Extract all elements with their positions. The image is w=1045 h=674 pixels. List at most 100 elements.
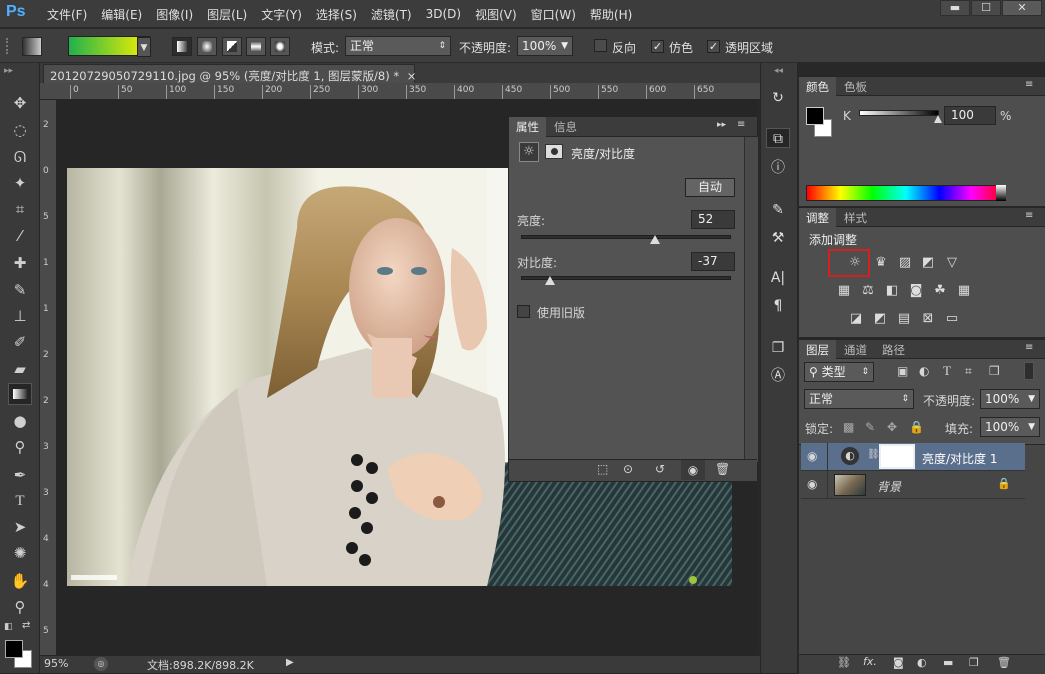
blur-tool-icon[interactable]: ●	[8, 410, 32, 432]
close-tab-icon[interactable]: ×	[407, 69, 417, 83]
marquee-tool-icon[interactable]: ◌	[8, 119, 32, 141]
dodge-tool-icon[interactable]: ⚲	[8, 436, 32, 458]
character-icon[interactable]: A|	[766, 268, 790, 288]
color-balance-icon[interactable]: ⚖	[859, 283, 877, 299]
lock-pixels-icon[interactable]: ✎	[865, 420, 875, 434]
brightness-contrast-icon[interactable]: ☼	[846, 255, 864, 271]
threshold-icon[interactable]: ▤	[895, 311, 913, 327]
photo-filter-icon[interactable]: ◙	[907, 283, 925, 299]
filter-toggle[interactable]	[1024, 362, 1034, 380]
tool-presets-icon[interactable]: ⚒	[766, 228, 790, 248]
auto-button[interactable]: 自动	[685, 178, 735, 197]
path-select-icon[interactable]: ➤	[8, 516, 32, 538]
tab-color[interactable]: 颜色	[799, 77, 836, 97]
brightness-slider-thumb[interactable]	[650, 235, 661, 244]
layer-name[interactable]: 背景	[877, 478, 901, 495]
eyedropper-icon[interactable]: ⁄	[8, 225, 32, 247]
type-tool-icon[interactable]: T	[8, 490, 32, 512]
eraser-icon[interactable]: ▰	[8, 358, 32, 380]
tool-preset-icon[interactable]	[22, 37, 42, 56]
hue-saturation-icon[interactable]: ▦	[835, 283, 853, 299]
foreground-color-swatch[interactable]	[5, 640, 23, 658]
history-brush-icon[interactable]: ✐	[8, 331, 32, 353]
menu-item[interactable]: 3D(D)	[419, 7, 468, 21]
layer-name[interactable]: 亮度/对比度 1	[922, 450, 998, 467]
status-menu-icon[interactable]: ◎	[94, 657, 108, 671]
magic-wand-icon[interactable]: ✦	[8, 172, 32, 194]
reverse-checkbox[interactable]	[594, 39, 607, 55]
visibility-eye-icon[interactable]: ◉	[807, 449, 817, 463]
view-previous-icon[interactable]: ⊙	[623, 462, 633, 476]
foreground-color-swatch[interactable]	[806, 107, 824, 125]
brush-presets-icon[interactable]: ✎	[766, 200, 790, 220]
radial-gradient-icon[interactable]	[197, 37, 217, 56]
reflected-gradient-icon[interactable]	[246, 37, 266, 56]
linear-gradient-icon[interactable]	[172, 37, 192, 56]
lock-transparency-icon[interactable]: ▩	[843, 420, 854, 434]
invert-icon[interactable]: ◪	[847, 311, 865, 327]
levels-icon[interactable]: ♛	[872, 255, 890, 271]
tab-channels[interactable]: 通道	[837, 340, 874, 360]
paragraph-icon[interactable]: ¶	[766, 296, 790, 316]
move-tool-icon[interactable]: ✥	[8, 92, 32, 114]
opacity-input[interactable]: 100% ▼	[517, 36, 573, 56]
properties-scrollbar[interactable]	[744, 137, 758, 462]
mask-icon[interactable]	[545, 144, 563, 159]
layer-opacity-input[interactable]: 100% ▼	[980, 389, 1040, 409]
zoom-tool-icon[interactable]: ⚲	[8, 596, 32, 618]
angle-gradient-icon[interactable]	[222, 37, 242, 56]
horizontal-ruler[interactable]: 0 50 100 150 200 250 300 350 400 450 500 550 600 650	[50, 83, 760, 100]
black-white-ramp[interactable]	[996, 185, 1006, 201]
layer-row[interactable]: ◉ 背景 🔒	[801, 471, 1025, 499]
new-layer-icon[interactable]: ❐	[969, 656, 979, 669]
lock-position-icon[interactable]: ✥	[887, 420, 897, 434]
gradient-map-icon[interactable]: ▭	[943, 311, 961, 327]
default-colors-icon[interactable]: ◧	[4, 622, 13, 632]
mode-select[interactable]: 正常 ⇕	[345, 36, 451, 56]
fill-input[interactable]: 100% ▼	[980, 417, 1040, 437]
blend-mode-select[interactable]: 正常 ⇕	[804, 389, 914, 409]
tab-layers[interactable]: 图层	[799, 340, 836, 360]
healing-brush-icon[interactable]: ✚	[8, 252, 32, 274]
tab-info[interactable]: 信息	[547, 117, 584, 137]
filter-shape-icon[interactable]: ⌗	[965, 364, 972, 379]
vibrance-icon[interactable]: ▽	[943, 255, 961, 271]
gradient-tool-icon[interactable]	[8, 383, 32, 405]
tab-styles[interactable]: 样式	[837, 208, 874, 228]
menu-item[interactable]: 图层(L)	[200, 6, 254, 23]
menu-item[interactable]: 图像(I)	[149, 6, 200, 23]
selective-color-icon[interactable]: ⊠	[919, 311, 937, 327]
new-group-icon[interactable]: ▬	[943, 656, 953, 669]
curves-icon[interactable]: ▨	[896, 255, 914, 271]
menu-item[interactable]: 窗口(W)	[524, 6, 583, 23]
delete-icon[interactable]: 🗑	[715, 462, 730, 476]
black-white-icon[interactable]: ◧	[883, 283, 901, 299]
info-icon[interactable]: ⓘ	[766, 158, 790, 178]
shape-tool-icon[interactable]: ✺	[8, 542, 32, 564]
chain-link-icon[interactable]: ⛓	[867, 449, 880, 460]
channel-mixer-icon[interactable]: ☘	[931, 283, 949, 299]
close-window-button[interactable]: ✕	[1002, 0, 1042, 16]
character-styles-icon[interactable]: Ⓐ	[766, 366, 790, 386]
diamond-gradient-icon[interactable]	[270, 37, 290, 56]
layer-thumbnail[interactable]	[834, 474, 866, 496]
history-icon[interactable]: ↻	[766, 88, 790, 108]
collapse-icon[interactable]: ▸▸	[717, 120, 726, 130]
k-slider-track[interactable]	[859, 110, 939, 116]
exposure-icon[interactable]: ◩	[919, 255, 937, 271]
menu-item[interactable]: 文件(F)	[40, 6, 94, 23]
brightness-slider-track[interactable]	[521, 235, 731, 239]
tab-properties[interactable]: 属性	[509, 117, 546, 137]
menu-item[interactable]: 帮助(H)	[583, 6, 639, 23]
reset-icon[interactable]: ↺	[655, 462, 665, 476]
document-tab[interactable]: 20120729050729110.jpg @ 95% (亮度/对比度 1, 图…	[43, 64, 417, 84]
filter-pixel-icon[interactable]: ▣	[897, 364, 908, 378]
expand-arrows-icon[interactable]: ▸▸	[4, 66, 13, 76]
contrast-input[interactable]: -37	[691, 252, 735, 271]
brightness-input[interactable]: 52	[691, 210, 735, 229]
dock-collapse-icon[interactable]: ◂◂	[774, 66, 783, 76]
hand-tool-icon[interactable]: ✋	[8, 570, 32, 592]
menu-item[interactable]: 滤镜(T)	[364, 6, 419, 23]
crop-tool-icon[interactable]: ⌗	[8, 198, 32, 220]
tab-adjustments[interactable]: 调整	[799, 208, 836, 228]
